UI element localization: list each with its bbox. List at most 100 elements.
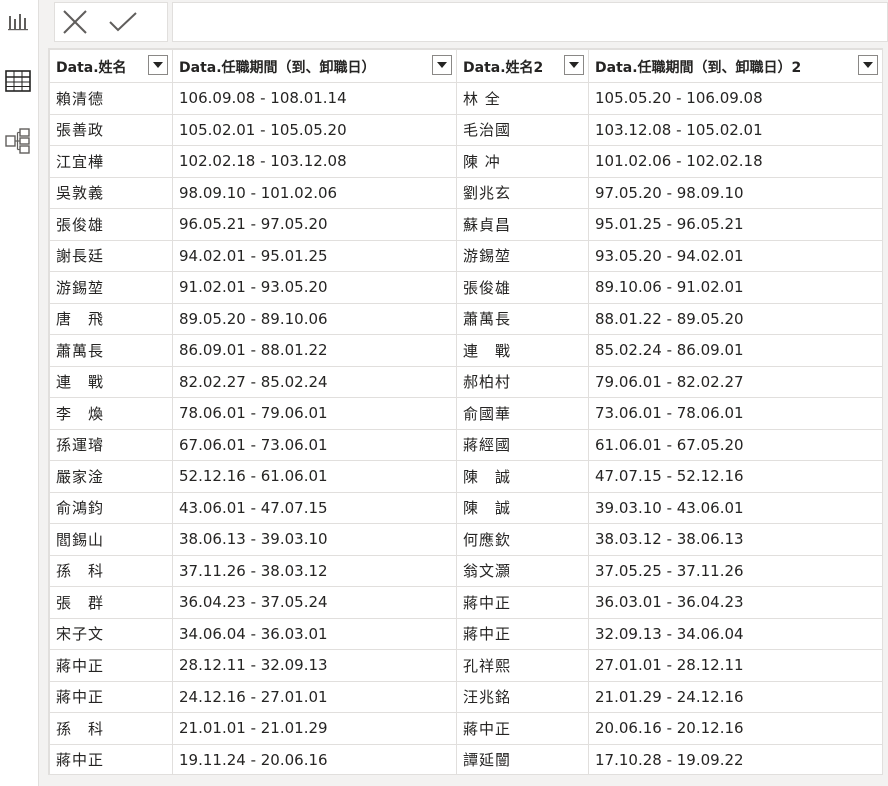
term-cell[interactable]: 95.01.25 - 96.05.21 <box>588 208 882 241</box>
term-cell[interactable]: 21.01.01 - 21.01.29 <box>172 712 457 745</box>
name-cell[interactable]: 嚴家淦 <box>49 460 173 493</box>
term-cell[interactable]: 27.01.01 - 28.12.11 <box>588 649 882 682</box>
name-cell[interactable]: 孫運璿 <box>49 428 173 461</box>
name-cell[interactable]: 劉兆玄 <box>456 176 589 209</box>
term-cell[interactable]: 34.06.04 - 36.03.01 <box>172 617 457 650</box>
table-row[interactable]: 李 煥 78.06.01 - 79.06.01 俞國華 73.06.01 - 78.0… <box>49 397 882 430</box>
table-row[interactable]: 江宜樺 102.02.18 - 103.12.08 陳 冲 101.02.06 - 1… <box>49 145 882 178</box>
term-cell[interactable]: 47.07.15 - 52.12.16 <box>588 460 882 493</box>
table-row[interactable]: 吳敦義 98.09.10 - 101.02.06 劉兆玄 97.05.20 - 98.… <box>49 176 882 209</box>
name-cell[interactable]: 蔣中正 <box>49 680 173 713</box>
term-cell[interactable]: 102.02.18 - 103.12.08 <box>172 145 457 178</box>
term-cell[interactable]: 105.02.01 - 105.05.20 <box>172 113 457 146</box>
table-row[interactable]: 蕭萬長 86.09.01 - 88.01.22 連 戰 85.02.24 - 86.0… <box>49 334 882 367</box>
term-cell[interactable]: 96.05.21 - 97.05.20 <box>172 208 457 241</box>
table-row[interactable]: 游錫堃 91.02.01 - 93.05.20 張俊雄 89.10.06 - 91.0… <box>49 271 882 304</box>
name-cell[interactable]: 譚延闓 <box>456 743 589 774</box>
name-cell[interactable]: 蘇貞昌 <box>456 208 589 241</box>
term-cell[interactable]: 43.06.01 - 47.07.15 <box>172 491 457 524</box>
table-row[interactable]: 連 戰 82.02.27 - 85.02.24 郝柏村 79.06.01 - 82.0… <box>49 365 882 398</box>
term-cell[interactable]: 79.06.01 - 82.02.27 <box>588 365 882 398</box>
name-cell[interactable]: 閻錫山 <box>49 523 173 556</box>
bar-chart-icon[interactable] <box>5 8 31 34</box>
commit-button[interactable] <box>103 3 143 41</box>
name-cell[interactable]: 蔣中正 <box>456 712 589 745</box>
table-row[interactable]: 蔣中正 19.11.24 - 20.06.16 譚延闓 17.10.28 - 19.0… <box>49 743 882 774</box>
term-cell[interactable]: 52.12.16 - 61.06.01 <box>172 460 457 493</box>
name-cell[interactable]: 孔祥熙 <box>456 649 589 682</box>
name-cell[interactable]: 林 全 <box>456 82 589 115</box>
name-cell[interactable]: 蔣經國 <box>456 428 589 461</box>
term-cell[interactable]: 85.02.24 - 86.09.01 <box>588 334 882 367</box>
column-header[interactable]: Data.姓名2 <box>456 49 589 83</box>
term-cell[interactable]: 101.02.06 - 102.02.18 <box>588 145 882 178</box>
term-cell[interactable]: 37.05.25 - 37.11.26 <box>588 554 882 587</box>
term-cell[interactable]: 97.05.20 - 98.09.10 <box>588 176 882 209</box>
name-cell[interactable]: 陳 冲 <box>456 145 589 178</box>
term-cell[interactable]: 36.04.23 - 37.05.24 <box>172 586 457 619</box>
name-cell[interactable]: 蔣中正 <box>49 743 173 774</box>
term-cell[interactable]: 98.09.10 - 101.02.06 <box>172 176 457 209</box>
term-cell[interactable]: 93.05.20 - 94.02.01 <box>588 239 882 272</box>
term-cell[interactable]: 28.12.11 - 32.09.13 <box>172 649 457 682</box>
name-cell[interactable]: 蕭萬長 <box>456 302 589 335</box>
table-row[interactable]: 蔣中正 28.12.11 - 32.09.13 孔祥熙 27.01.01 - 28.1… <box>49 649 882 682</box>
name-cell[interactable]: 宋子文 <box>49 617 173 650</box>
name-cell[interactable]: 游錫堃 <box>49 271 173 304</box>
table-row[interactable]: 唐 飛 89.05.20 - 89.10.06 蕭萬長 88.01.22 - 89.0… <box>49 302 882 335</box>
name-cell[interactable]: 張善政 <box>49 113 173 146</box>
table-row[interactable]: 宋子文 34.06.04 - 36.03.01 蔣中正 32.09.13 - 34.0… <box>49 617 882 650</box>
name-cell[interactable]: 孫 科 <box>49 712 173 745</box>
table-row[interactable]: 嚴家淦 52.12.16 - 61.06.01 陳 誠 47.07.15 - 52.1… <box>49 460 882 493</box>
name-cell[interactable]: 張俊雄 <box>456 271 589 304</box>
term-cell[interactable]: 37.11.26 - 38.03.12 <box>172 554 457 587</box>
column-header[interactable]: Data.姓名 <box>49 49 173 83</box>
name-cell[interactable]: 蔣中正 <box>456 617 589 650</box>
term-cell[interactable]: 17.10.28 - 19.09.22 <box>588 743 882 774</box>
formula-input[interactable] <box>172 2 888 42</box>
filter-dropdown-button[interactable] <box>148 55 168 75</box>
name-cell[interactable]: 郝柏村 <box>456 365 589 398</box>
name-cell[interactable]: 吳敦義 <box>49 176 173 209</box>
term-cell[interactable]: 36.03.01 - 36.04.23 <box>588 586 882 619</box>
table-row[interactable]: 閻錫山 38.06.13 - 39.03.10 何應欽 38.03.12 - 38.0… <box>49 523 882 556</box>
name-cell[interactable]: 毛治國 <box>456 113 589 146</box>
table-icon[interactable] <box>5 68 31 94</box>
table-row[interactable]: 孫 科 21.01.01 - 21.01.29 蔣中正 20.06.16 - 20.1… <box>49 712 882 745</box>
name-cell[interactable]: 蔣中正 <box>49 649 173 682</box>
name-cell[interactable]: 江宜樺 <box>49 145 173 178</box>
table-row[interactable]: 張 群 36.04.23 - 37.05.24 蔣中正 36.03.01 - 36.0… <box>49 586 882 619</box>
name-cell[interactable]: 陳 誠 <box>456 491 589 524</box>
term-cell[interactable]: 38.03.12 - 38.06.13 <box>588 523 882 556</box>
term-cell[interactable]: 38.06.13 - 39.03.10 <box>172 523 457 556</box>
name-cell[interactable]: 李 煥 <box>49 397 173 430</box>
term-cell[interactable]: 86.09.01 - 88.01.22 <box>172 334 457 367</box>
term-cell[interactable]: 91.02.01 - 93.05.20 <box>172 271 457 304</box>
name-cell[interactable]: 蕭萬長 <box>49 334 173 367</box>
cancel-button[interactable] <box>55 3 95 41</box>
term-cell[interactable]: 19.11.24 - 20.06.16 <box>172 743 457 774</box>
name-cell[interactable]: 俞國華 <box>456 397 589 430</box>
table-row[interactable]: 孫 科 37.11.26 - 38.03.12 翁文灝 37.05.25 - 37.1… <box>49 554 882 587</box>
name-cell[interactable]: 何應欽 <box>456 523 589 556</box>
term-cell[interactable]: 88.01.22 - 89.05.20 <box>588 302 882 335</box>
term-cell[interactable]: 73.06.01 - 78.06.01 <box>588 397 882 430</box>
term-cell[interactable]: 105.05.20 - 106.09.08 <box>588 82 882 115</box>
name-cell[interactable]: 翁文灝 <box>456 554 589 587</box>
name-cell[interactable]: 俞鴻鈞 <box>49 491 173 524</box>
filter-dropdown-button[interactable] <box>564 55 584 75</box>
table-row[interactable]: 賴清德 106.09.08 - 108.01.14 林 全 105.05.20 - 1… <box>49 82 882 115</box>
name-cell[interactable]: 賴清德 <box>49 82 173 115</box>
column-header[interactable]: Data.任職期間（到、卸職日）2 <box>588 49 882 83</box>
name-cell[interactable]: 孫 科 <box>49 554 173 587</box>
name-cell[interactable]: 陳 誠 <box>456 460 589 493</box>
term-cell[interactable]: 39.03.10 - 43.06.01 <box>588 491 882 524</box>
term-cell[interactable]: 32.09.13 - 34.06.04 <box>588 617 882 650</box>
table-row[interactable]: 俞鴻鈞 43.06.01 - 47.07.15 陳 誠 39.03.10 - 43.0… <box>49 491 882 524</box>
table-row[interactable]: 謝長廷 94.02.01 - 95.01.25 游錫堃 93.05.20 - 94.0… <box>49 239 882 272</box>
term-cell[interactable]: 103.12.08 - 105.02.01 <box>588 113 882 146</box>
term-cell[interactable]: 20.06.16 - 20.12.16 <box>588 712 882 745</box>
term-cell[interactable]: 89.05.20 - 89.10.06 <box>172 302 457 335</box>
name-cell[interactable]: 連 戰 <box>456 334 589 367</box>
table-row[interactable]: 張俊雄 96.05.21 - 97.05.20 蘇貞昌 95.01.25 - 96.0… <box>49 208 882 241</box>
